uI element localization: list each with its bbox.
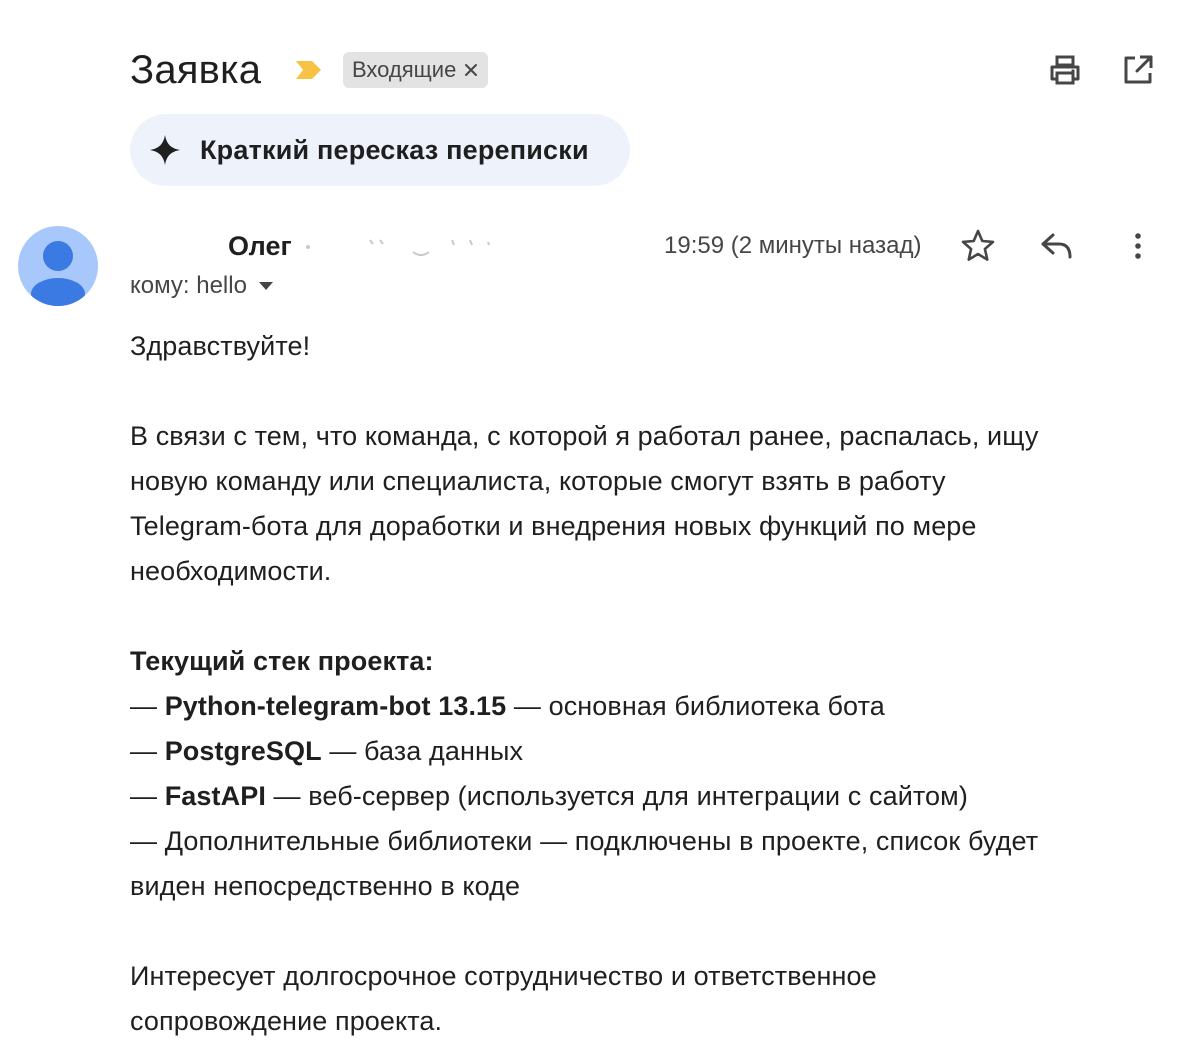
print-button[interactable] — [1047, 52, 1083, 88]
intro-line: Telegram-бота для доработки и внедрения … — [130, 511, 977, 541]
stack-item: — Python-telegram-bot 13.15 — основная б… — [130, 684, 1170, 729]
summarize-thread-label: Краткий пересказ переписки — [200, 134, 589, 165]
greeting: Здравствуйте! — [130, 331, 311, 361]
reply-icon — [1041, 233, 1072, 259]
stack-item: — FastAPI — веб-сервер (используется для… — [130, 774, 1170, 819]
stack-extra-line: — Дополнительные библиотеки — подключены… — [130, 826, 1039, 856]
closing-line: Интересует долгосрочное сотрудничество и… — [130, 961, 877, 991]
recipient-text: кому: hello — [130, 272, 247, 299]
closing-line: сопровождение проекта. — [130, 1006, 443, 1036]
stack-item-name: Python-telegram-bot 13.15 — [164, 691, 507, 721]
close-icon[interactable] — [464, 63, 478, 77]
more-options-button[interactable] — [1118, 226, 1158, 266]
intro-line: новую команду или специалиста, которые с… — [130, 466, 946, 496]
stack-extra-line: виден непосредственно в коде — [130, 871, 521, 901]
person-icon — [31, 241, 85, 306]
stack-item-dash: — — [130, 736, 165, 766]
star-button[interactable] — [958, 226, 998, 266]
reply-button[interactable] — [1037, 226, 1077, 266]
avatar[interactable] — [18, 226, 98, 306]
email-subject: Заявка — [130, 48, 262, 92]
more-vert-icon — [1135, 233, 1141, 259]
chevron-down-icon — [258, 282, 273, 290]
redacted-sender-address — [306, 239, 490, 256]
sender-name[interactable]: Олег — [228, 229, 292, 263]
important-marker-icon[interactable] — [294, 60, 322, 80]
label-chip-inbox[interactable]: Входящие — [343, 52, 489, 88]
sparkle-icon — [150, 135, 180, 165]
message-timestamp[interactable]: 19:59 (2 минуты назад) — [664, 230, 921, 262]
stack-item-name: FastAPI — [164, 781, 266, 811]
print-icon — [1050, 55, 1080, 85]
star-icon — [961, 229, 995, 261]
stack-item-name: PostgreSQL — [164, 736, 322, 766]
intro-line: необходимости. — [130, 556, 332, 586]
stack-item-desc: — основная библиотека бота — [506, 691, 885, 721]
stack-heading: Текущий стек проекта: — [130, 646, 434, 676]
stack-item-dash: — — [130, 691, 165, 721]
stack-item: — PostgreSQL — база данных — [130, 729, 1170, 774]
label-chip-text: Входящие — [352, 57, 457, 82]
message-body: Здравствуйте! В связи с тем, что команда… — [130, 324, 1170, 1044]
recipient-details-toggle[interactable]: кому: hello — [130, 271, 275, 301]
stack-item-dash: — — [130, 781, 165, 811]
intro-line: В связи с тем, что команда, с которой я … — [130, 421, 1039, 451]
open-in-new-window-button[interactable] — [1120, 52, 1156, 88]
stack-item-desc: — база данных — [321, 736, 524, 766]
stack-item-desc: — веб-сервер (используется для интеграци… — [265, 781, 968, 811]
open-in-new-window-icon — [1124, 55, 1153, 84]
summarize-thread-button[interactable]: Краткий пересказ переписки — [130, 114, 630, 186]
